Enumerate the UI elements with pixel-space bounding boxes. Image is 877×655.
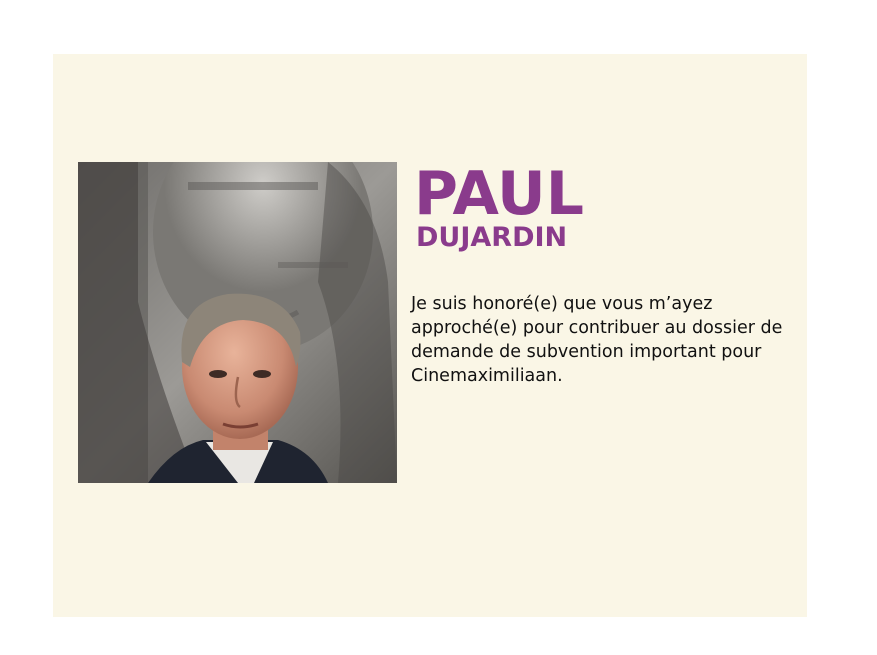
quote-text: Je suis honoré(e) que vous m’ayez approc… [411, 294, 783, 386]
portrait-illustration [78, 162, 397, 483]
last-name-heading: DUJARDIN [416, 222, 568, 253]
portrait-photo [78, 162, 397, 483]
profile-card: PAUL DUJARDIN Je suis honoré(e) que vous… [53, 54, 807, 617]
